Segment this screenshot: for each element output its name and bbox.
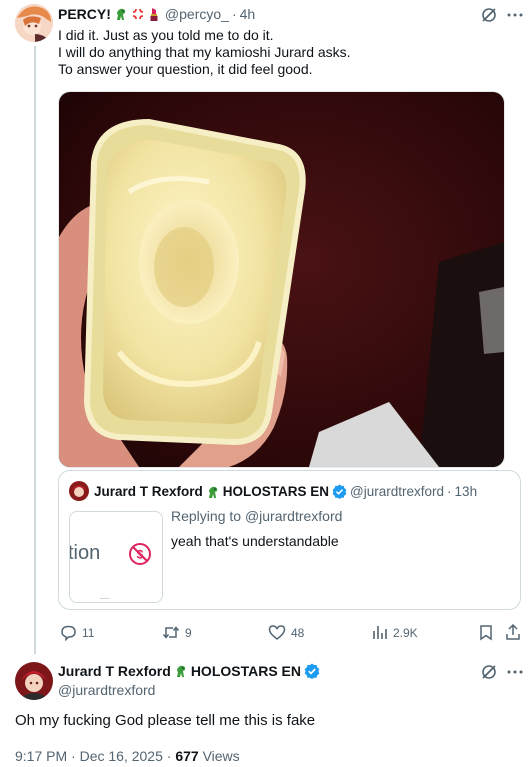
repost-icon [162, 624, 180, 641]
meta-separator: · [166, 748, 172, 764]
quoted-handle[interactable]: @jurardtrexford [350, 484, 444, 499]
replying-handle[interactable]: @jurardtrexford [245, 508, 342, 524]
thumbnail-text: tion [69, 542, 101, 564]
like-count: 48 [291, 625, 305, 640]
reply-avatar[interactable] [15, 662, 53, 700]
replying-to: Replying to @jurardtrexford [171, 508, 342, 524]
reply-author-handle[interactable]: @jurardtrexford [58, 682, 155, 698]
reply-author-name[interactable]: Jurard T Rexford [58, 663, 171, 679]
thread-connector-line [34, 46, 36, 654]
heart-icon [268, 624, 286, 641]
quoted-thumbnail[interactable]: tion $ [69, 511, 163, 603]
reply-views-label: Views [202, 748, 240, 764]
quoted-text: yeah that's understandable [171, 533, 339, 549]
post-image[interactable] [58, 91, 505, 468]
analytics-icon [372, 624, 388, 641]
dinosaur-icon [174, 664, 188, 678]
quoted-author-name[interactable]: Jurard T Rexford [94, 484, 203, 499]
meta-separator: · [447, 484, 452, 499]
repost-count: 9 [185, 625, 192, 640]
repost-button[interactable]: 9 [162, 624, 192, 641]
verified-icon [332, 484, 347, 499]
dinosaur-icon [206, 485, 220, 499]
post-time[interactable]: 4h [240, 6, 256, 22]
reply-timestamp[interactable]: 9:17 PM · Dec 16, 2025 [15, 748, 163, 764]
more-icon[interactable] [506, 663, 524, 681]
verified-icon [304, 663, 320, 679]
quoted-avatar[interactable] [69, 481, 89, 501]
reply-author-org[interactable]: HOLOSTARS EN [191, 663, 301, 679]
reply-views-count: 677 [175, 748, 199, 764]
svg-text:$: $ [137, 548, 144, 562]
share-icon[interactable] [505, 623, 521, 641]
more-icon[interactable] [506, 6, 524, 24]
reply-icon [60, 624, 77, 641]
post-text: I did it. Just as you told me to do it. … [58, 27, 518, 78]
reply-text: Oh my fucking God please tell me this is… [15, 712, 316, 729]
quoted-time[interactable]: 13h [455, 484, 478, 499]
like-button[interactable]: 48 [268, 624, 304, 641]
dinosaur-icon [114, 7, 128, 21]
grok-icon[interactable] [480, 6, 498, 24]
thumbnail-divider [100, 598, 110, 599]
post-line: I will do anything that my kamioshi Jura… [58, 44, 351, 60]
quoted-author-org[interactable]: HOLOSTARS EN [223, 484, 329, 499]
author-handle[interactable]: @percyo_ [165, 6, 229, 22]
prohibited-dollar-icon: $ [128, 542, 152, 566]
post-line: I did it. Just as you told me to do it. [58, 27, 274, 43]
bookmark-icon[interactable] [478, 624, 494, 641]
grok-icon[interactable] [480, 663, 498, 681]
replying-prefix: Replying to [171, 508, 242, 524]
meta-separator: · [231, 6, 237, 22]
reply-button[interactable]: 11 [60, 624, 94, 641]
views-count: 2.9K [393, 625, 418, 640]
lipstick-icon [148, 7, 160, 21]
views-button[interactable]: 2.9K [372, 624, 418, 641]
quoted-post[interactable]: Jurard T Rexford HOLOSTARS EN @jurardtre… [58, 470, 521, 610]
author-name[interactable]: PERCY! [58, 6, 111, 22]
reply-meta: 9:17 PM · Dec 16, 2025 · 677 Views [15, 748, 240, 764]
reply-count: 11 [82, 625, 95, 640]
anger-icon [131, 7, 145, 21]
post-line: To answer your question, it did feel goo… [58, 61, 313, 77]
avatar[interactable] [15, 4, 53, 42]
